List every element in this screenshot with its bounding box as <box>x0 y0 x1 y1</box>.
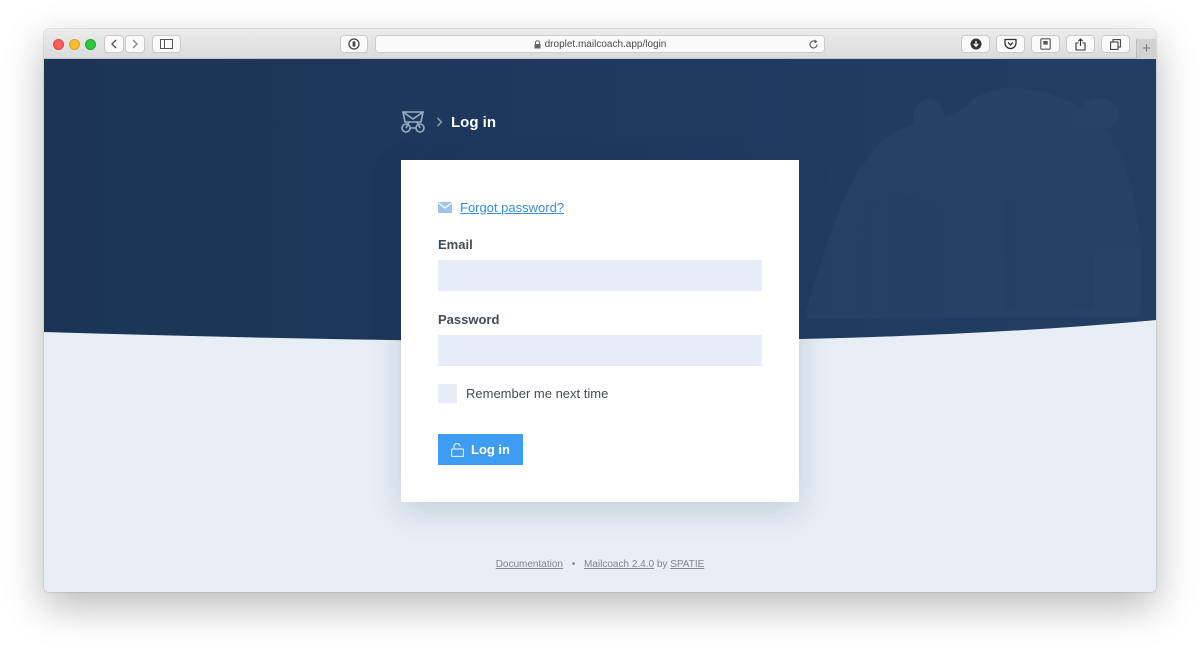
footer-by-text: by <box>656 559 668 570</box>
browser-toolbar: droplet.mailcoach.app/login + <box>44 29 1156 59</box>
lock-icon <box>534 39 541 48</box>
extension-icon <box>1040 38 1051 50</box>
page-title: Log in <box>451 113 496 131</box>
unlock-icon <box>451 442 464 457</box>
browser-window: droplet.mailcoach.app/login + Log in For… <box>44 29 1156 592</box>
maximize-window-button[interactable] <box>85 39 96 50</box>
login-card: Forgot password? Email Password Remember… <box>401 160 799 502</box>
footer-separator: • <box>571 559 576 570</box>
pocket-button[interactable] <box>996 35 1025 53</box>
login-button[interactable]: Log in <box>438 434 523 465</box>
chevron-left-icon <box>111 39 117 49</box>
remember-me-checkbox[interactable] <box>438 384 457 403</box>
address-bar[interactable]: droplet.mailcoach.app/login <box>375 35 825 53</box>
page-footer: Documentation • Mailcoach 2.4.0 by SPATI… <box>44 559 1156 570</box>
back-button[interactable] <box>104 35 124 53</box>
vendor-link[interactable]: SPATIE <box>670 559 704 570</box>
remember-me-label: Remember me next time <box>466 386 609 401</box>
remember-me-row[interactable]: Remember me next time <box>438 384 608 403</box>
documentation-link[interactable]: Documentation <box>496 559 563 570</box>
login-page: Log in Forgot password? Email Password R… <box>44 59 1156 592</box>
version-link[interactable]: Mailcoach 2.4.0 <box>584 559 654 570</box>
login-button-label: Log in <box>471 442 510 457</box>
sidebar-icon <box>160 39 173 49</box>
reload-icon[interactable] <box>808 39 819 50</box>
close-window-button[interactable] <box>53 39 64 50</box>
forgot-password-row: Forgot password? <box>438 200 564 215</box>
downloads-button[interactable] <box>961 35 990 53</box>
address-url: droplet.mailcoach.app/login <box>544 38 667 50</box>
privacy-report-icon <box>348 38 360 50</box>
share-button[interactable] <box>1066 35 1095 53</box>
tab-overview-icon <box>1110 38 1121 50</box>
tab-overview-button[interactable] <box>1101 35 1130 53</box>
privacy-report-button[interactable] <box>340 35 368 53</box>
new-tab-button[interactable]: + <box>1136 39 1156 59</box>
pocket-icon <box>1004 38 1017 50</box>
email-label: Email <box>438 237 473 252</box>
minimize-window-button[interactable] <box>69 39 80 50</box>
breadcrumb: Log in <box>400 109 496 135</box>
password-label: Password <box>438 312 500 327</box>
envelope-icon <box>438 202 452 213</box>
chevron-right-icon <box>436 117 443 127</box>
share-icon <box>1075 37 1086 51</box>
chevron-right-icon <box>132 39 138 49</box>
download-icon <box>970 38 981 50</box>
extension-button[interactable] <box>1031 35 1060 53</box>
email-field[interactable] <box>438 260 762 291</box>
mailcoach-logo-icon[interactable] <box>400 110 426 134</box>
sidebar-toggle-button[interactable] <box>152 35 181 53</box>
forgot-password-link[interactable]: Forgot password? <box>460 200 564 215</box>
forward-button[interactable] <box>125 35 145 53</box>
password-field[interactable] <box>438 335 762 366</box>
